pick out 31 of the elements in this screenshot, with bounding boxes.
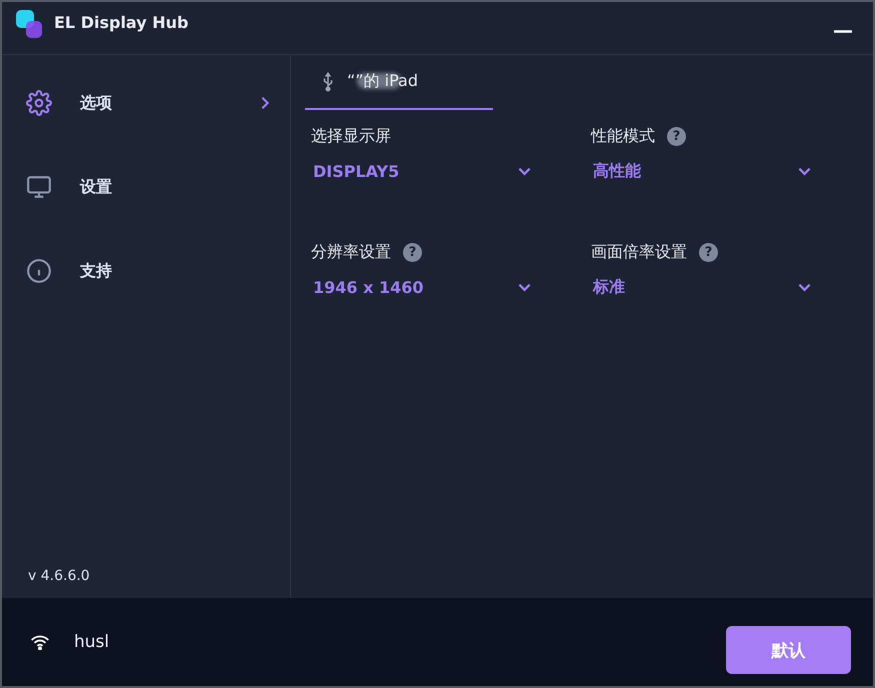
chevron-right-icon: [260, 96, 270, 110]
monitor-icon: [26, 174, 52, 200]
usb-icon: [321, 70, 335, 92]
default-button[interactable]: 默认: [726, 626, 851, 674]
setting-label: 性能模式: [591, 126, 655, 146]
info-icon: [26, 258, 52, 284]
help-icon[interactable]: ?: [667, 126, 686, 146]
gear-icon: [26, 90, 52, 116]
app-logo-icon: [16, 10, 44, 40]
device-tab[interactable]: “”的 iPad: [305, 55, 493, 110]
chevron-down-icon: [798, 282, 811, 292]
window-title: EL Display Hub: [54, 12, 188, 32]
nav-item[interactable]: 选项: [2, 83, 290, 123]
network-name: husl: [74, 632, 110, 652]
nav-item[interactable]: 支持: [2, 251, 290, 291]
help-icon[interactable]: ?: [699, 242, 718, 262]
chevron-down-icon: [798, 166, 811, 176]
help-icon[interactable]: ?: [403, 242, 422, 262]
minimize-button[interactable]: —: [833, 18, 853, 42]
dropdown[interactable]: 1946 x 1460: [311, 274, 531, 300]
dropdown[interactable]: 标准: [591, 274, 811, 300]
setting-label: 分辨率设置: [311, 242, 391, 262]
chevron-down-icon: [518, 166, 531, 176]
setting-label: 选择显示屏: [311, 126, 391, 146]
dropdown[interactable]: DISPLAY5: [311, 158, 531, 184]
wifi-icon: [30, 634, 50, 650]
dropdown[interactable]: 高性能: [591, 158, 811, 184]
nav-item[interactable]: 设置: [2, 167, 290, 207]
setting-label: 画面倍率设置: [591, 242, 687, 262]
version-label: v 4.6.6.0: [27, 568, 91, 584]
chevron-down-icon: [518, 282, 531, 292]
